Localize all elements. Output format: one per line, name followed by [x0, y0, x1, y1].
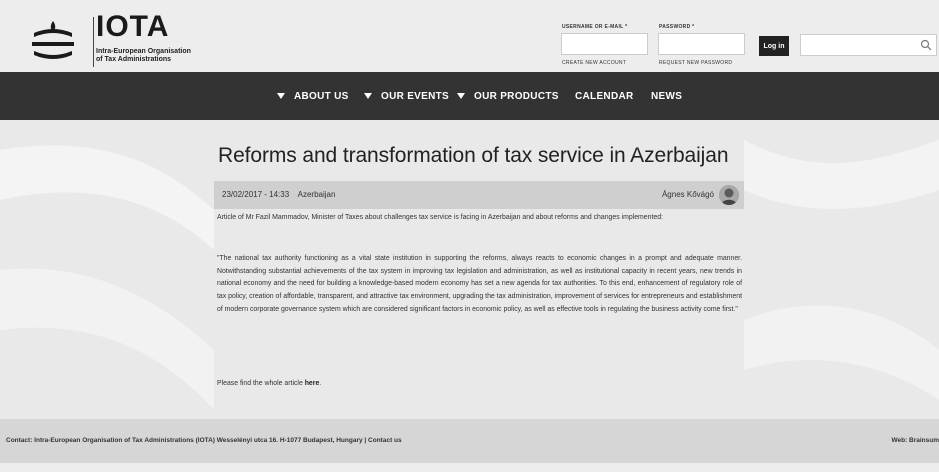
site-header: IOTA Intra-European Organisation of Tax … — [0, 0, 939, 79]
article-author[interactable]: Ágnes Kővágó — [662, 181, 714, 209]
article-quote: "The national tax authority functioning … — [217, 255, 742, 313]
bottom-strip — [0, 463, 939, 472]
caret-down-icon — [277, 93, 285, 99]
logo-divider — [93, 17, 94, 67]
footer-address: Contact: Intra-European Organisation of … — [6, 437, 369, 444]
caret-down-icon — [364, 93, 372, 99]
password-input[interactable] — [658, 33, 745, 55]
logo-subtitle-line1: Intra-European Organisation — [96, 48, 191, 55]
username-input[interactable] — [561, 33, 648, 55]
caret-down-icon — [457, 93, 465, 99]
article-full-link-paragraph: Please find the whole article here. — [217, 378, 742, 391]
link-suffix: . — [319, 380, 322, 387]
logo-subtitle-line2: of Tax Administrations — [96, 56, 172, 63]
link-prefix: Please find the whole article — [217, 380, 305, 387]
avatar-person-icon — [719, 185, 739, 205]
article-here-link[interactable]: here — [305, 380, 320, 387]
search-icon[interactable] — [920, 39, 932, 51]
nav-item-label: NEWS — [651, 90, 683, 102]
article-meta-bar: 23/02/2017 - 14:33 Azerbaijan Ágnes Kővá… — [214, 181, 744, 209]
username-label: USERNAME OR E-MAIL * — [562, 24, 628, 30]
create-account-link[interactable]: CREATE NEW ACCOUNT — [562, 60, 626, 66]
footer-contact-info: Contact: Intra-European Organisation of … — [6, 419, 402, 463]
nav-item-our-products[interactable]: OUR PRODUCTS — [457, 72, 559, 120]
site-footer: Contact: Intra-European Organisation of … — [0, 419, 939, 463]
nav-item-label: CALENDAR — [575, 90, 634, 102]
author-avatar[interactable] — [719, 185, 739, 205]
article-date: 23/02/2017 - 14:33 — [222, 190, 290, 199]
password-label: PASSWORD * — [659, 24, 695, 30]
footer-web-credit[interactable]: Web: Brainsum — [891, 419, 939, 463]
iota-logo[interactable]: IOTA Intra-European Organisation of Tax … — [10, 5, 270, 73]
search-input[interactable] — [800, 34, 937, 56]
logo-subtitle: Intra-European Organisation of Tax Admin… — [96, 48, 226, 64]
nav-item-label: OUR PRODUCTS — [474, 90, 559, 102]
nav-item-about-us[interactable]: ABOUT US — [277, 72, 349, 120]
nav-item-label: ABOUT US — [294, 90, 349, 102]
article-intro: Article of Mr Fazil Mammadov, Minister o… — [217, 214, 663, 221]
article-tag[interactable]: Azerbaijan — [298, 190, 336, 199]
contact-us-link[interactable]: Contact us — [368, 437, 402, 444]
nav-item-our-events[interactable]: OUR EVENTS — [364, 72, 449, 120]
logo-title: IOTA — [96, 10, 170, 43]
request-password-link[interactable]: REQUEST NEW PASSWORD — [659, 60, 732, 66]
main-nav: ABOUT US OUR EVENTS OUR PRODUCTS CALENDA… — [0, 72, 939, 120]
nav-item-news[interactable]: NEWS — [651, 72, 682, 120]
article-title: Reforms and transformation of tax servic… — [218, 144, 729, 167]
iota-logo-icon — [32, 21, 74, 59]
article-date-tag: 23/02/2017 - 14:33 Azerbaijan — [222, 181, 335, 209]
nav-item-calendar[interactable]: CALENDAR — [575, 72, 634, 120]
nav-item-label: OUR EVENTS — [381, 90, 450, 102]
login-button[interactable]: Log in — [759, 36, 789, 56]
